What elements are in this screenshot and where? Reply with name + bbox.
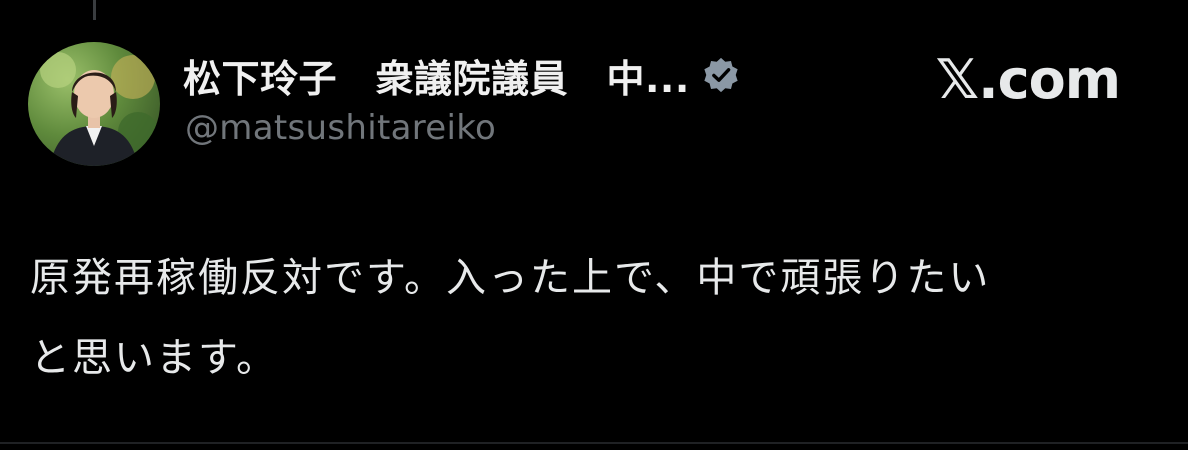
thread-connector-line xyxy=(93,0,96,20)
divider xyxy=(0,442,1188,444)
author-display-name[interactable]: 松下玲子 衆議院議員 中... xyxy=(183,48,690,103)
author-handle[interactable]: @matsushitareiko xyxy=(185,108,496,148)
author-name-row[interactable]: 松下玲子 衆議院議員 中... xyxy=(183,48,740,103)
avatar[interactable] xyxy=(28,42,160,166)
post-text-line: と思います。 xyxy=(30,335,278,381)
post-text-line: 原発再稼働反対です。入った上で、中で頑張りたい xyxy=(30,255,991,301)
x-logo: 𝕏.com xyxy=(935,48,1121,111)
verified-badge-icon xyxy=(702,56,740,94)
avatar-photo xyxy=(40,52,158,166)
post-text: 原発再稼働反対です。入った上で、中で頑張りたい と思います。 xyxy=(30,238,1150,398)
